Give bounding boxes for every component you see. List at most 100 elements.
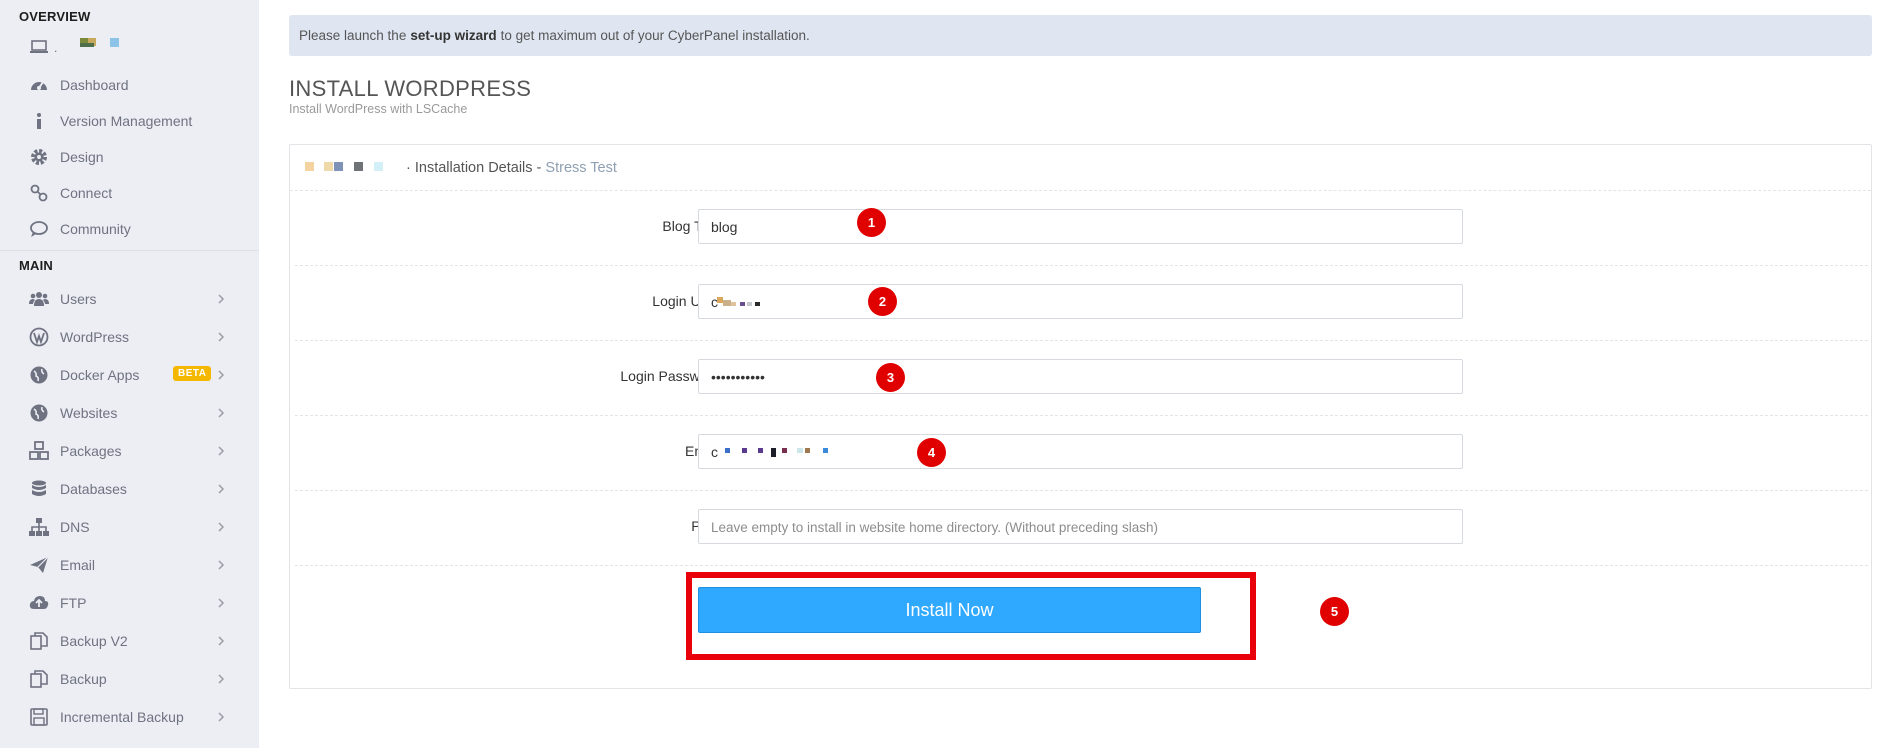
annotation-marker-3: 3 xyxy=(876,363,905,392)
chevron-right-icon xyxy=(218,522,225,532)
redacted-block xyxy=(782,448,787,453)
sidebar-item-version-management[interactable]: Version Management xyxy=(0,102,259,140)
chevron-right-icon xyxy=(218,370,225,380)
sidebar-item-dashboard[interactable]: Dashboard xyxy=(0,66,259,104)
redacted-block xyxy=(305,162,314,171)
overview-section-title: OVERVIEW xyxy=(19,9,91,24)
sidebar-item-design[interactable]: Design xyxy=(0,138,259,176)
redacted-block xyxy=(334,162,343,171)
gear-icon xyxy=(28,146,50,168)
chevron-right-icon xyxy=(218,598,225,608)
chevron-right-icon xyxy=(218,636,225,646)
sidebar-item-label: WordPress xyxy=(60,329,129,345)
panel-title: · Installation Details - Stress Test xyxy=(406,160,617,176)
sidebar-item-label: Databases xyxy=(60,481,127,497)
laptop-icon xyxy=(30,40,48,53)
sidebar-item-label: FTP xyxy=(60,595,87,611)
sidebar-item-community[interactable]: Community xyxy=(0,210,259,248)
link-icon xyxy=(28,182,50,204)
copy-icon xyxy=(28,630,50,652)
sidebar-item-packages[interactable]: Packages xyxy=(0,432,259,470)
sidebar-item-label: Packages xyxy=(60,443,122,459)
sitemap-icon xyxy=(28,516,50,538)
redacted-block xyxy=(723,300,731,306)
sidebar: OVERVIEW . Dashboard Version Management … xyxy=(0,0,259,748)
panel-site-name: Stress Test xyxy=(545,160,617,176)
annotation-marker-1: 1 xyxy=(857,208,886,237)
annotation-marker-4: 4 xyxy=(917,438,946,467)
sidebar-item-label: Design xyxy=(60,149,104,165)
users-icon xyxy=(28,288,50,310)
sidebar-item-label: Incremental Backup xyxy=(60,709,184,725)
page-subtitle: Install WordPress with LSCache xyxy=(289,102,468,116)
chevron-right-icon xyxy=(218,446,225,456)
sidebar-item-backup-v2[interactable]: Backup V2 xyxy=(0,622,259,660)
path-input[interactable] xyxy=(698,509,1463,544)
redacted-block xyxy=(771,448,776,457)
sidebar-item-label: Version Management xyxy=(60,113,193,129)
sidebar-item-label: Community xyxy=(60,221,131,237)
current-user[interactable]: . xyxy=(30,38,140,58)
sidebar-item-users[interactable]: Users xyxy=(0,280,259,318)
main-section-title: MAIN xyxy=(19,258,54,273)
chevron-right-icon xyxy=(218,332,225,342)
sidebar-item-docker-apps[interactable]: Docker Apps BETA xyxy=(0,356,259,394)
redacted-block xyxy=(805,448,810,453)
setup-wizard-link[interactable]: set-up wizard xyxy=(410,28,496,43)
annotation-marker-5: 5 xyxy=(1320,597,1349,626)
login-password-input[interactable] xyxy=(698,359,1463,394)
form-row-login-password: Login Password xyxy=(295,341,1868,416)
chevron-right-icon xyxy=(218,484,225,494)
sidebar-item-label: Users xyxy=(60,291,97,307)
sidebar-item-dns[interactable]: DNS xyxy=(0,508,259,546)
annotation-marker-2: 2 xyxy=(868,287,897,316)
current-user-name: . xyxy=(54,41,58,55)
sidebar-item-label: DNS xyxy=(60,519,90,535)
redacted-block xyxy=(797,448,803,453)
redacted-block xyxy=(758,448,763,453)
redacted-block xyxy=(742,448,747,453)
redacted-block xyxy=(374,162,383,171)
chevron-right-icon xyxy=(218,674,225,684)
redacted-block xyxy=(80,43,94,47)
setup-wizard-alert: Please launch the set-up wizard to get m… xyxy=(289,15,1872,56)
sidebar-item-connect[interactable]: Connect xyxy=(0,174,259,212)
sidebar-item-label: Backup V2 xyxy=(60,633,128,649)
sidebar-item-databases[interactable]: Databases xyxy=(0,470,259,508)
sidebar-item-label: Docker Apps xyxy=(60,367,140,383)
sidebar-divider xyxy=(0,250,259,251)
comments-icon xyxy=(28,218,50,240)
sidebar-item-backup[interactable]: Backup xyxy=(0,660,259,698)
redacted-block xyxy=(731,302,736,306)
save-icon xyxy=(28,706,50,728)
info-icon xyxy=(28,110,50,132)
redacted-block xyxy=(747,302,752,306)
email-input[interactable] xyxy=(698,434,1463,469)
sidebar-item-websites[interactable]: Websites xyxy=(0,394,259,432)
page-title: INSTALL WORDPRESS xyxy=(289,76,532,101)
form-row-blog-title: Blog Title xyxy=(295,191,1868,266)
install-now-button[interactable]: Install Now xyxy=(698,587,1201,633)
alert-text-suffix: to get maximum out of your CyberPanel in… xyxy=(500,28,810,43)
copy-icon xyxy=(28,668,50,690)
redacted-block xyxy=(324,162,333,171)
sidebar-item-ftp[interactable]: FTP xyxy=(0,584,259,622)
form-row-email: Email xyxy=(295,416,1868,491)
sidebar-item-email[interactable]: Email xyxy=(0,546,259,584)
globe-icon xyxy=(28,364,50,386)
chevron-right-icon xyxy=(218,560,225,570)
beta-badge: BETA xyxy=(173,366,212,381)
sidebar-item-label: Backup xyxy=(60,671,107,687)
cubes-icon xyxy=(28,440,50,462)
sidebar-item-label: Email xyxy=(60,557,96,573)
form-row-login-user: Login User xyxy=(295,266,1868,341)
redacted-block xyxy=(110,38,119,47)
sidebar-item-incremental-backup[interactable]: Incremental Backup xyxy=(0,698,259,736)
login-user-input[interactable] xyxy=(698,284,1463,319)
sidebar-item-wordpress[interactable]: WordPress xyxy=(0,318,259,356)
chevron-right-icon xyxy=(218,294,225,304)
blog-title-input[interactable] xyxy=(698,209,1463,244)
sidebar-item-label: Dashboard xyxy=(60,77,129,93)
redacted-block xyxy=(755,302,760,306)
chevron-right-icon xyxy=(218,712,225,722)
